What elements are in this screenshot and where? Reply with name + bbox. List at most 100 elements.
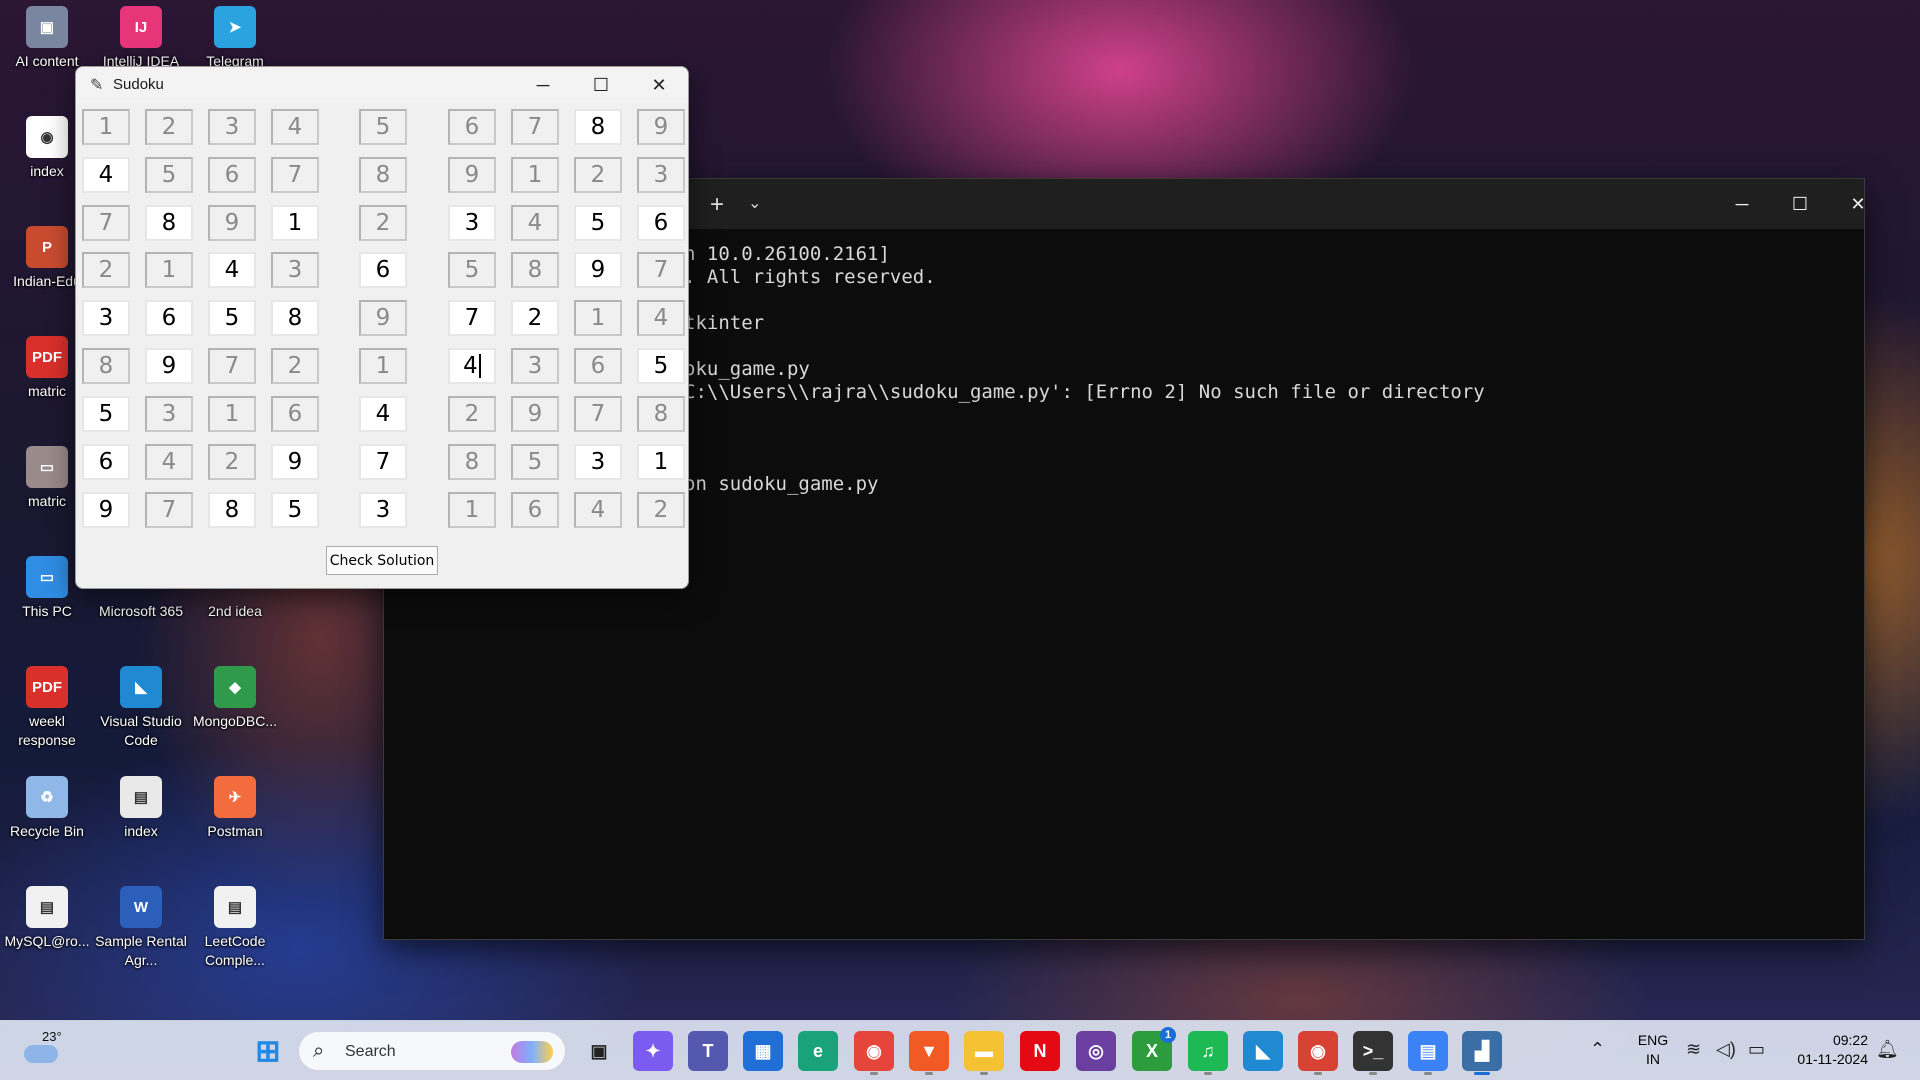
sudoku-cell[interactable]: 3 — [271, 252, 319, 288]
sudoku-cell[interactable]: 1 — [511, 157, 559, 193]
sudoku-cell[interactable]: 4 — [145, 444, 193, 480]
sudoku-cell[interactable]: 2 — [271, 348, 319, 384]
sudoku-cell[interactable]: 1 — [359, 348, 407, 384]
weather-widget[interactable]: 23° — [22, 1029, 82, 1073]
sudoku-cell[interactable]: 2 — [511, 300, 559, 336]
desktop-icon-intellij-idea[interactable]: IJ IntelliJ IDEA — [94, 6, 188, 71]
sudoku-cell[interactable]: 4 — [82, 157, 130, 193]
sudoku-cell[interactable]: 7 — [448, 300, 496, 336]
sudoku-cell[interactable]: 1 — [82, 109, 130, 145]
new-tab-button[interactable]: + — [704, 191, 730, 219]
sudoku-cell[interactable]: 8 — [574, 109, 622, 145]
sudoku-cell[interactable]: 4 — [448, 348, 496, 384]
sudoku-cell[interactable]: 2 — [208, 444, 256, 480]
sudoku-cell[interactable]: 2 — [82, 252, 130, 288]
sudoku-cell[interactable]: 3 — [574, 444, 622, 480]
sudoku-cell[interactable]: 1 — [637, 444, 685, 480]
sudoku-cell[interactable]: 4 — [637, 300, 685, 336]
sudoku-cell[interactable]: 5 — [448, 252, 496, 288]
sudoku-cell[interactable]: 9 — [448, 157, 496, 193]
sudoku-minimize-button[interactable]: ─ — [521, 69, 565, 101]
sudoku-cell[interactable]: 6 — [448, 109, 496, 145]
sudoku-cell[interactable]: 2 — [359, 205, 407, 241]
sudoku-cell[interactable]: 8 — [359, 157, 407, 193]
desktop-icon-weekl-response[interactable]: PDF weekl response — [0, 666, 94, 750]
taskbar-media-icon[interactable]: ◎ — [1076, 1031, 1116, 1071]
taskbar-copilot-icon[interactable]: ✦ — [633, 1031, 673, 1071]
sudoku-cell[interactable]: 5 — [82, 396, 130, 432]
taskbar-netflix-icon[interactable]: N — [1020, 1031, 1060, 1071]
sudoku-titlebar[interactable]: ✎ Sudoku ─ ☐ ✕ — [76, 67, 688, 103]
sudoku-cell[interactable]: 3 — [145, 396, 193, 432]
taskbar-brave-icon[interactable]: ▼ — [909, 1031, 949, 1075]
sudoku-cell[interactable]: 5 — [359, 109, 407, 145]
desktop-icon-index[interactable]: ▤ index — [94, 776, 188, 841]
sudoku-cell[interactable]: 8 — [448, 444, 496, 480]
sudoku-cell[interactable]: 9 — [208, 205, 256, 241]
desktop-icon-ai-content[interactable]: ▣ AI content — [0, 6, 94, 71]
taskbar-store-icon[interactable]: ▦ — [743, 1031, 783, 1071]
tab-dropdown-icon[interactable]: ⌄ — [748, 193, 761, 213]
sudoku-cell[interactable]: 7 — [359, 444, 407, 480]
volume-icon[interactable]: ◁) — [1716, 1039, 1736, 1060]
sudoku-cell[interactable]: 8 — [637, 396, 685, 432]
sudoku-cell[interactable]: 9 — [511, 396, 559, 432]
sudoku-cell[interactable]: 8 — [145, 205, 193, 241]
sudoku-cell[interactable]: 5 — [145, 157, 193, 193]
sudoku-cell[interactable]: 7 — [511, 109, 559, 145]
sudoku-cell[interactable]: 9 — [574, 252, 622, 288]
sudoku-cell[interactable]: 5 — [271, 492, 319, 528]
sudoku-cell[interactable]: 4 — [271, 109, 319, 145]
sudoku-cell[interactable]: 6 — [82, 444, 130, 480]
sudoku-cell[interactable]: 5 — [637, 348, 685, 384]
sudoku-cell[interactable]: 8 — [511, 252, 559, 288]
sudoku-cell[interactable]: 1 — [271, 205, 319, 241]
terminal-maximize-button[interactable]: ☐ — [1780, 189, 1820, 219]
taskbar-spotify-icon[interactable]: ♫ — [1188, 1031, 1228, 1075]
sudoku-cell[interactable]: 4 — [511, 205, 559, 241]
sudoku-cell[interactable]: 8 — [82, 348, 130, 384]
taskbar-task-view-icon[interactable]: ▣ — [579, 1031, 619, 1071]
sudoku-cell[interactable]: 9 — [82, 492, 130, 528]
sudoku-cell[interactable]: 4 — [574, 492, 622, 528]
sudoku-maximize-button[interactable]: ☐ — [579, 69, 623, 101]
sudoku-cell[interactable]: 6 — [359, 252, 407, 288]
sudoku-cell[interactable]: 9 — [637, 109, 685, 145]
taskbar-edge-icon[interactable]: e — [798, 1031, 838, 1071]
sudoku-cell[interactable]: 6 — [511, 492, 559, 528]
sudoku-cell[interactable]: 7 — [82, 205, 130, 241]
desktop-icon-leetcode-comple[interactable]: ▤ LeetCode Comple... — [188, 886, 282, 970]
sudoku-cell[interactable]: 1 — [574, 300, 622, 336]
sudoku-cell[interactable]: 4 — [359, 396, 407, 432]
taskbar-terminal-icon[interactable]: >_ — [1353, 1031, 1393, 1075]
sudoku-cell[interactable]: 4 — [208, 252, 256, 288]
sudoku-cell[interactable]: 6 — [208, 157, 256, 193]
desktop-icon-mysql-ro[interactable]: ▤ MySQL@ro... — [0, 886, 94, 951]
sudoku-cell[interactable]: 9 — [271, 444, 319, 480]
taskbar-chrome-icon[interactable]: ◉ — [854, 1031, 894, 1075]
wifi-icon[interactable]: ≋ — [1686, 1039, 1701, 1060]
sudoku-cell[interactable]: 7 — [145, 492, 193, 528]
taskbar-search[interactable]: ⌕ Search — [298, 1031, 566, 1071]
sudoku-cell[interactable]: 9 — [359, 300, 407, 336]
desktop-icon-mongodbc[interactable]: ◆ MongoDBC... — [188, 666, 282, 731]
taskbar-explorer-icon[interactable]: ▬ — [964, 1031, 1004, 1075]
sudoku-cell[interactable]: 7 — [574, 396, 622, 432]
check-solution-button[interactable]: Check Solution — [326, 546, 438, 575]
sudoku-cell[interactable]: 3 — [448, 205, 496, 241]
sudoku-cell[interactable]: 1 — [448, 492, 496, 528]
desktop-icon-sample-rental-agr[interactable]: W Sample Rental Agr... — [94, 886, 188, 970]
sudoku-cell[interactable]: 6 — [271, 396, 319, 432]
clock[interactable]: 09:22 01-11-2024 — [1784, 1031, 1868, 1069]
taskbar-python-icon[interactable]: ▟ — [1462, 1031, 1502, 1075]
sudoku-cell[interactable]: 7 — [271, 157, 319, 193]
sudoku-cell[interactable]: 2 — [637, 492, 685, 528]
sudoku-cell[interactable]: 7 — [637, 252, 685, 288]
show-hidden-icons-icon[interactable]: ⌃ — [1590, 1039, 1605, 1060]
taskbar-start-icon[interactable]: ⊞ — [248, 1031, 288, 1071]
sudoku-cell[interactable]: 5 — [208, 300, 256, 336]
sudoku-cell[interactable]: 3 — [511, 348, 559, 384]
desktop-icon-telegram[interactable]: ➤ Telegram — [188, 6, 282, 71]
sudoku-cell[interactable]: 6 — [145, 300, 193, 336]
sudoku-cell[interactable]: 3 — [359, 492, 407, 528]
